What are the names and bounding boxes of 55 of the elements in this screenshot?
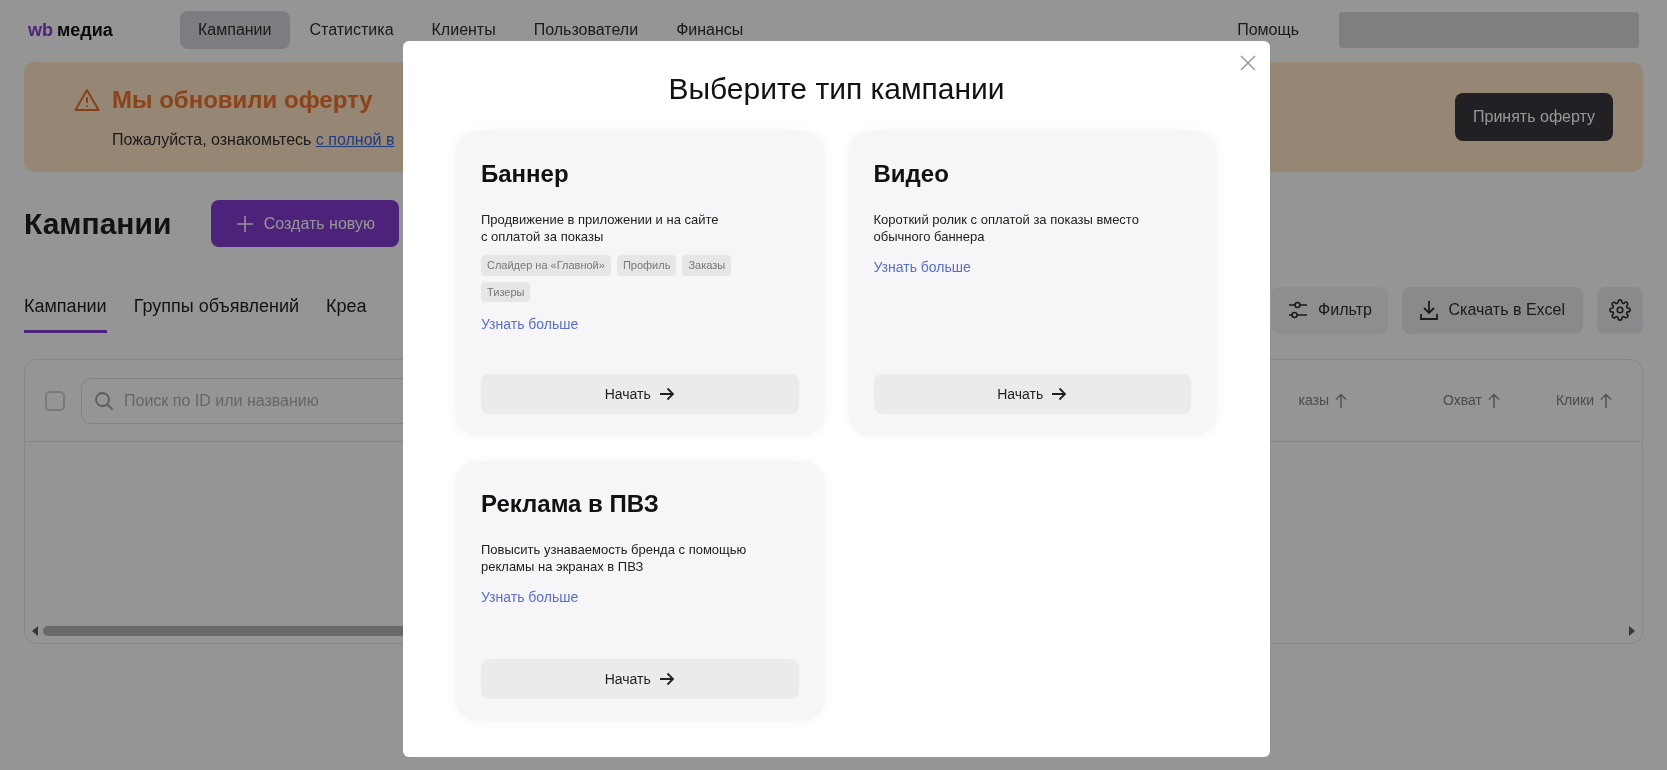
filter-button[interactable]: Фильтр (1271, 286, 1389, 334)
close-icon (1240, 55, 1256, 71)
card-title: Реклама в ПВЗ (481, 489, 660, 519)
warning-icon (74, 88, 100, 112)
settings-button[interactable] (1597, 286, 1643, 334)
create-campaign-button[interactable]: Создать новую (211, 200, 400, 247)
nav-item[interactable]: Пользователи (515, 11, 657, 49)
sliders-icon (1288, 301, 1309, 319)
placement-tag: Профиль (616, 255, 677, 276)
select-all-checkbox[interactable] (45, 390, 65, 411)
scroll-right-icon[interactable] (1628, 626, 1636, 636)
nav-item[interactable]: Кампании (180, 11, 290, 49)
accept-offer-button[interactable]: Принять оферту (1455, 93, 1613, 141)
sort-arrow-icon (1335, 392, 1347, 409)
tab[interactable]: Кампании (24, 285, 107, 333)
nav-item[interactable]: Клиенты (413, 11, 514, 49)
start-button[interactable]: Начать (873, 374, 1191, 414)
placement-tag: Слайдер на «Главной» (481, 255, 611, 276)
download-icon (1420, 300, 1439, 320)
scroll-left-icon[interactable] (31, 626, 39, 636)
sort-arrow-icon (1600, 392, 1612, 409)
card-description: Продвижение в приложении и на сайте с оплатой за показы (481, 211, 720, 245)
plus-icon (235, 214, 254, 233)
nav-item[interactable]: Статистика (291, 11, 412, 49)
settings-icon (1609, 299, 1631, 321)
learn-more-link[interactable]: Узнать больше (481, 314, 799, 335)
placement-tag: Тизеры (481, 281, 531, 302)
column-header[interactable]: Охват (1443, 390, 1500, 411)
column-header[interactable]: казы (1298, 390, 1347, 411)
start-button[interactable]: Начать (481, 374, 799, 414)
card-description: Повысить узнаваемость бренда с помощью рекламы на экранах в ПВЗ (481, 541, 748, 575)
card-description: Короткий ролик с оплатой за показы вместо обычного баннера (873, 211, 1140, 245)
arrow-right-icon (658, 672, 675, 686)
learn-more-link[interactable]: Узнать больше (481, 587, 799, 608)
tab[interactable]: Группы объявлений (133, 285, 300, 333)
search-icon (94, 390, 114, 411)
logo-mark: wb (28, 18, 53, 42)
notice-title: Мы обновили оферту (112, 85, 373, 115)
page-title: Кампании (24, 206, 172, 242)
logo-text: медиа (57, 18, 113, 42)
start-button[interactable]: Начать (481, 659, 799, 699)
help-link[interactable]: Помощь (1237, 18, 1299, 42)
nav-item[interactable]: Финансы (658, 11, 762, 49)
tab[interactable]: Креа (326, 285, 367, 333)
card-title: Баннер (481, 159, 570, 189)
arrow-right-icon (658, 387, 675, 401)
card-title: Видео (873, 159, 950, 189)
download-excel-button[interactable]: Скачать в Excel (1402, 286, 1583, 334)
sort-arrow-icon (1487, 392, 1500, 409)
column-header[interactable]: Клики (1555, 390, 1612, 411)
placement-tag: Заказы (682, 255, 732, 276)
arrow-right-icon (1051, 387, 1068, 401)
dialog-title: Выберите тип кампании (667, 71, 1006, 107)
offer-link[interactable]: с полной в (315, 131, 395, 148)
learn-more-link[interactable]: Узнать больше (873, 257, 1191, 278)
